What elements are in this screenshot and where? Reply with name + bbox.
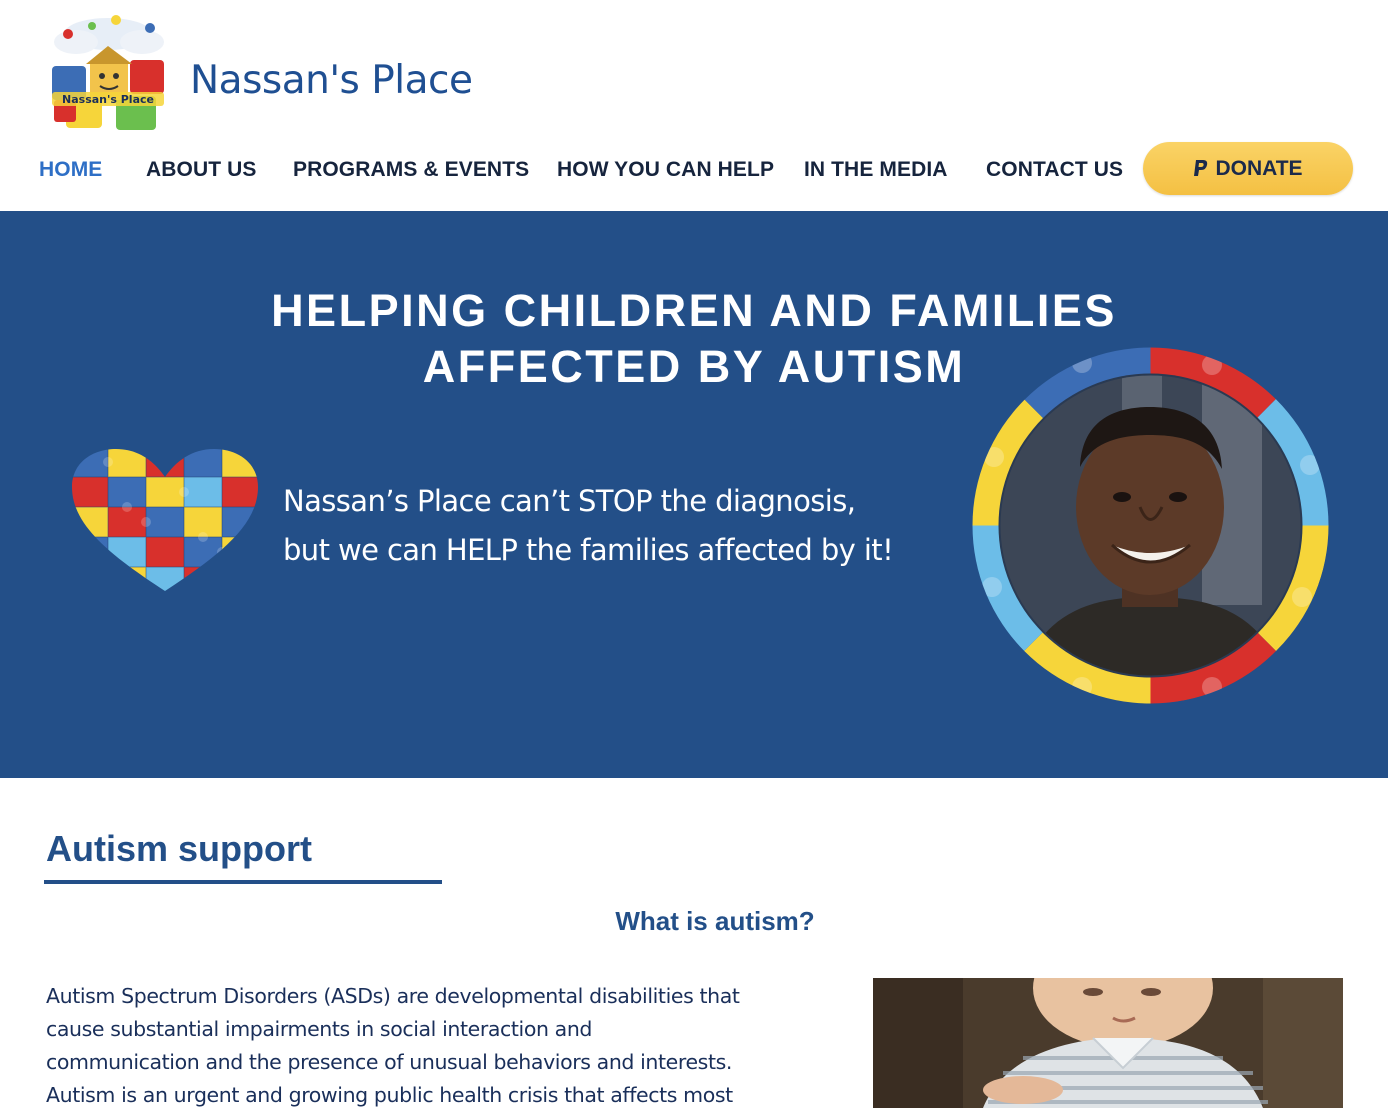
nav-in-the-media[interactable]: IN THE MEDIA (804, 158, 948, 182)
hero-tagline-line-1: Nassan’s Place can’t STOP the diagnosis, (283, 484, 856, 518)
paragraph-line: communication and the presence of unusua… (46, 1050, 732, 1074)
child-photo (873, 978, 1343, 1108)
sub-title: What is autism? (615, 906, 815, 936)
nav-how-you-can-help[interactable]: HOW YOU CAN HELP (557, 158, 774, 182)
donate-button[interactable]: DONATE (1143, 142, 1353, 195)
nav-home[interactable]: HOME (39, 158, 102, 182)
paypal-icon (1193, 159, 1209, 179)
hero-banner: HELPING CHILDREN AND FAMILIES AFFECTED B… (0, 211, 1388, 778)
nav-contact-us[interactable]: CONTACT US (986, 158, 1123, 182)
paragraph-line: cause substantial impairments in social … (46, 1017, 593, 1041)
svg-text:Nassan's Place: Nassan's Place (62, 93, 154, 106)
site-title[interactable]: Nassan's Place (190, 58, 473, 103)
hero-tagline: Nassan’s Place can’t STOP the diagnosis,… (283, 477, 963, 575)
section-divider (44, 880, 442, 884)
nav-programs-events[interactable]: PROGRAMS & EVENTS (293, 158, 529, 182)
paragraph-line: Autism is an urgent and growing public h… (46, 1083, 733, 1107)
main-nav: HOME ABOUT US PROGRAMS & EVENTS HOW YOU … (0, 140, 1388, 200)
hero-title-line-1: HELPING CHILDREN AND FAMILIES (271, 285, 1117, 336)
puzzle-heart-icon (72, 449, 258, 591)
hero-tagline-line-2: but we can HELP the families affected by… (283, 533, 894, 567)
paragraph-line: Autism Spectrum Disorders (ASDs) are dev… (46, 984, 740, 1008)
portrait-photo (972, 347, 1329, 704)
autism-description: Autism Spectrum Disorders (ASDs) are dev… (46, 980, 836, 1112)
section-title: Autism support (46, 828, 312, 869)
site-logo[interactable]: Nassan's Place (46, 12, 170, 136)
donate-label: DONATE (1215, 156, 1303, 180)
site-header: Nassan's Place Nassan's Place HOME ABOUT… (0, 0, 1388, 211)
nav-about-us[interactable]: ABOUT US (146, 158, 256, 182)
